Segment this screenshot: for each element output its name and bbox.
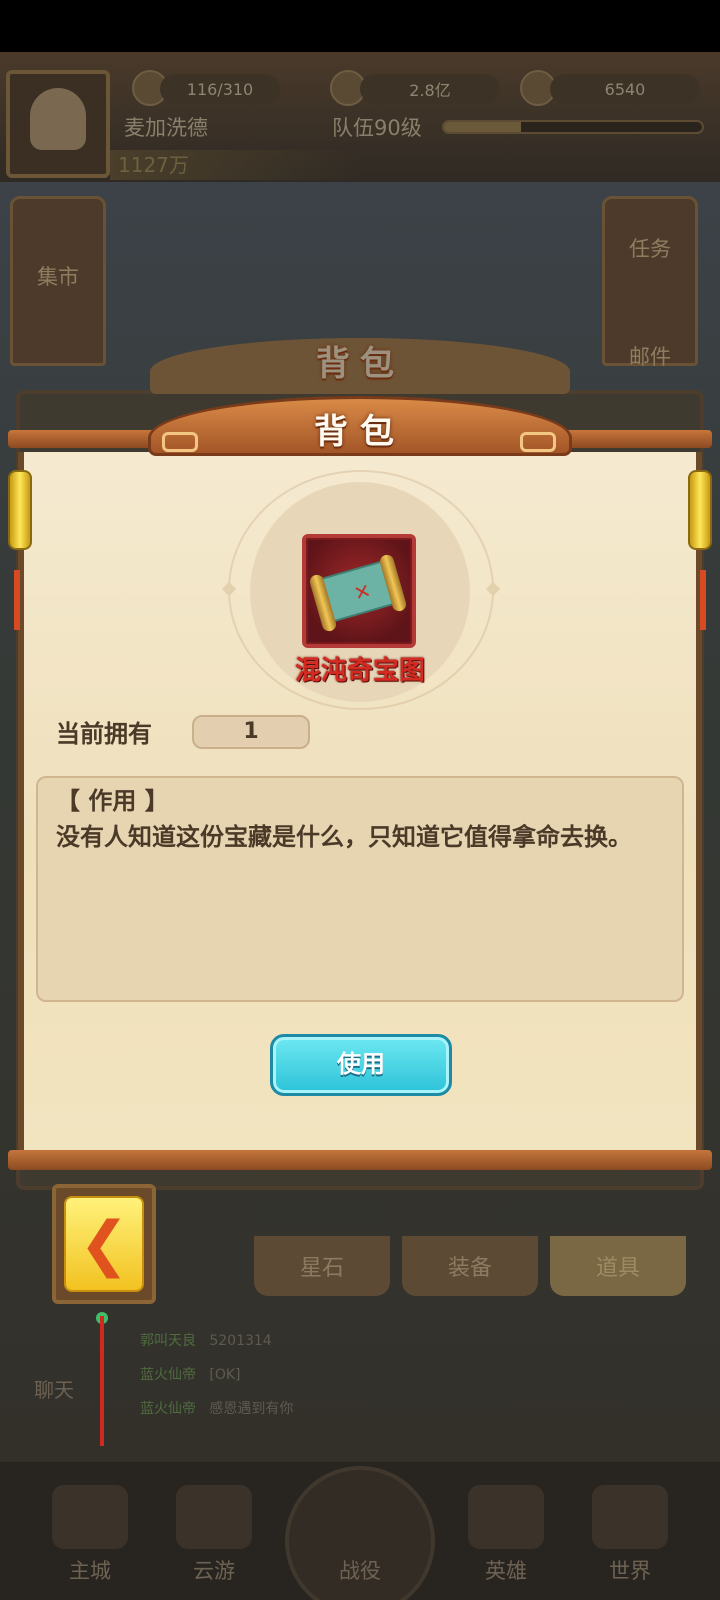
- chat-label: 聊天: [34, 1378, 74, 1402]
- effect-header: 【 作用 】: [56, 787, 169, 815]
- left-edge-marker: [14, 570, 20, 630]
- world-icon: [592, 1485, 668, 1549]
- back-button[interactable]: ❮: [52, 1184, 156, 1304]
- left-lantern-icon: [8, 470, 32, 550]
- player-name: 麦加洗德: [124, 116, 208, 140]
- nav-world: 世界: [580, 1485, 680, 1595]
- item-name: 混沌奇宝图: [294, 656, 425, 686]
- gem-value: 6540: [550, 74, 700, 104]
- palace-icon: [52, 1485, 128, 1549]
- chat-line: 蓝火仙帝 感恩遇到有你: [140, 1401, 294, 1417]
- tab-items: 道具: [550, 1236, 686, 1296]
- team-exp-fill: [444, 122, 522, 132]
- avatar: [6, 70, 110, 178]
- gold-value: 2.8亿: [360, 74, 500, 104]
- tab-starstone: 星石: [254, 1236, 390, 1296]
- nav-travel: 云游: [164, 1485, 264, 1595]
- background-panel-title: 背包: [316, 344, 404, 384]
- power-value: 1127万: [110, 150, 360, 180]
- crossed-swords-icon: [322, 1485, 398, 1549]
- dialog-title: 背包: [314, 412, 406, 452]
- nav-main-city: 主城: [40, 1485, 140, 1595]
- team-exp-bar: [442, 120, 704, 134]
- owned-count: 1: [192, 715, 310, 749]
- team-level: 队伍90级: [332, 116, 422, 140]
- stamina-value: 116/310: [160, 74, 280, 104]
- chat-panel: 郭叫天良 5201314 蓝火仙帝 [OK] 蓝火仙帝 感恩遇到有你: [140, 1324, 580, 1434]
- task-label: 任务: [629, 237, 671, 261]
- nav-campaign: 战役: [310, 1485, 410, 1595]
- nav-heroes: 英雄: [456, 1485, 556, 1595]
- back-arrow-icon: ❮: [78, 1209, 130, 1279]
- use-button[interactable]: 使用: [270, 1034, 452, 1096]
- owned-label: 当前拥有: [56, 720, 152, 748]
- market-label: 集市: [37, 265, 79, 289]
- effect-description-box: 【 作用 】 没有人知道这份宝藏是什么，只知道它值得拿命去换。: [36, 776, 684, 1002]
- right-lantern-icon: [688, 470, 712, 550]
- background-panel-roof: 背包: [0, 318, 720, 398]
- lantern-cord: [100, 1316, 104, 1446]
- treasure-map-icon: ✕: [302, 534, 416, 648]
- dialog-header: 背包: [0, 388, 720, 470]
- hero-icon: [468, 1485, 544, 1549]
- cloud-icon: [176, 1485, 252, 1549]
- effect-text: 没有人知道这份宝藏是什么，只知道它值得拿命去换。: [56, 823, 632, 851]
- status-bar: [0, 0, 720, 52]
- chat-line: 郭叫天良 5201314: [140, 1333, 272, 1349]
- right-edge-marker: [700, 570, 706, 630]
- panel-bottom-beam: [8, 1150, 712, 1170]
- avatar-face-icon: [30, 88, 86, 150]
- tab-equipment: 装备: [402, 1236, 538, 1296]
- chat-line: 蓝火仙帝 [OK]: [140, 1367, 241, 1383]
